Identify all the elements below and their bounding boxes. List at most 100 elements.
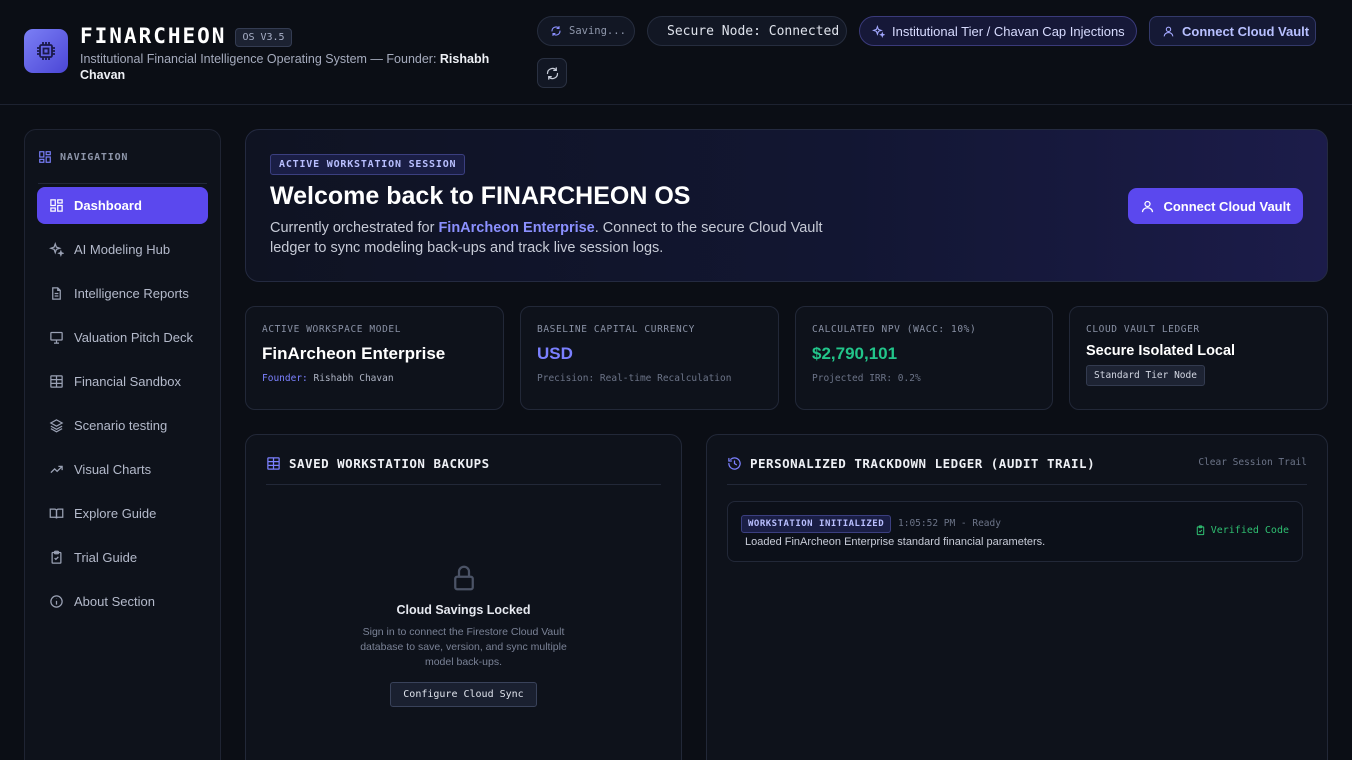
configure-cloud-sync-button[interactable]: Configure Cloud Sync: [390, 682, 537, 707]
stat-label: CALCULATED NPV (WACC: 10%): [812, 324, 977, 335]
stat-value: USD: [537, 344, 573, 363]
stat-value: FinArcheon Enterprise: [262, 344, 446, 363]
saving-status: Saving...: [537, 16, 635, 46]
book-icon: [49, 506, 64, 521]
brand-name: FINARCHEON: [80, 24, 227, 48]
app-header: FINARCHEON OS V3.5 Institutional Financi…: [0, 0, 1352, 105]
logo: [24, 29, 68, 73]
sidebar-item-label: About Section: [74, 594, 155, 609]
stat-workspace-model: ACTIVE WORKSPACE MODEL FinArcheon Enterp…: [245, 306, 504, 410]
document-icon: [49, 286, 64, 301]
stat-label: CLOUD VAULT LEDGER: [1086, 324, 1200, 335]
sparkle-icon: [49, 242, 64, 257]
secure-node-status: Secure Node: Connected: [647, 16, 847, 46]
sidebar-item-trial-guide[interactable]: Trial Guide: [37, 539, 208, 576]
stat-value: Secure Isolated Local: [1086, 343, 1236, 359]
version-badge: OS V3.5: [235, 27, 292, 47]
table-icon: [266, 456, 281, 471]
stat-sub: Founder: Rishabh Chavan: [262, 373, 487, 384]
tier-button[interactable]: Institutional Tier / Chavan Cap Injectio…: [859, 16, 1137, 46]
clipboard-icon: [49, 550, 64, 565]
sidebar-item-label: Explore Guide: [74, 506, 157, 521]
locked-text: Sign in to connect the Firestore Cloud V…: [360, 626, 567, 668]
ledger-panel: PERSONALIZED TRACKDOWN LEDGER (AUDIT TRA…: [706, 434, 1328, 760]
stat-label: ACTIVE WORKSPACE MODEL: [262, 324, 402, 335]
user-icon: [1140, 199, 1155, 214]
nav-list: Dashboard AI Modeling Hub Intelligence R…: [37, 187, 208, 627]
welcome-text-prefix: Currently orchestrated for: [270, 220, 439, 236]
secure-label: Secure Node: Connected: [667, 23, 840, 39]
history-icon: [727, 456, 742, 471]
sidebar: NAVIGATION Dashboard AI Modeling Hub Int…: [24, 129, 221, 760]
hero-button-label: Connect Cloud Vault: [1163, 198, 1291, 214]
welcome-banner: ACTIVE WORKSTATION SESSION Welcome back …: [245, 129, 1328, 282]
user-icon: [1162, 25, 1175, 38]
sidebar-item-valuation-pitch-deck[interactable]: Valuation Pitch Deck: [37, 319, 208, 356]
stat-npv: CALCULATED NPV (WACC: 10%) $2,790,101 Pr…: [795, 306, 1053, 410]
table-icon: [49, 374, 64, 389]
nav-header: NAVIGATION: [38, 143, 207, 184]
session-tag: ACTIVE WORKSTATION SESSION: [270, 154, 466, 175]
clipboard-check-icon: [1195, 525, 1206, 536]
sidebar-item-label: Scenario testing: [74, 418, 168, 433]
brand-subtitle: Institutional Financial Intelligence Ope…: [80, 51, 520, 83]
list-item: WORKSTATION INITIALIZED 1:05:52 PM - Rea…: [727, 501, 1303, 562]
sync-icon: [550, 25, 562, 37]
sidebar-item-about-section[interactable]: About Section: [37, 583, 208, 620]
entity-link[interactable]: FinArcheon Enterprise: [438, 220, 594, 236]
sidebar-item-financial-sandbox[interactable]: Financial Sandbox: [37, 363, 208, 400]
sidebar-item-scenario-testing[interactable]: Scenario testing: [37, 407, 208, 444]
sidebar-item-label: Dashboard: [74, 198, 142, 213]
locked-title: Cloud Savings Locked: [396, 603, 531, 617]
sidebar-item-label: AI Modeling Hub: [74, 242, 171, 257]
stat-sub: Precision: Real-time Recalculation: [537, 373, 732, 384]
stat-capital-currency: BASELINE CAPITAL CURRENCY USD Precision:…: [520, 306, 779, 410]
dashboard-icon: [49, 198, 64, 213]
sidebar-item-ai-modeling-hub[interactable]: AI Modeling Hub: [37, 231, 208, 268]
refresh-icon: [545, 66, 560, 81]
stat-label: BASELINE CAPITAL CURRENCY: [537, 324, 695, 335]
tier-label: Institutional Tier / Chavan Cap Injectio…: [892, 23, 1125, 39]
stat-cloud-vault: CLOUD VAULT LEDGER Secure Isolated Local…: [1069, 306, 1328, 410]
sparkle-icon: [872, 24, 885, 38]
sidebar-item-visual-charts[interactable]: Visual Charts: [37, 451, 208, 488]
founder-key: Founder:: [262, 373, 308, 384]
log-tag: WORKSTATION INITIALIZED: [741, 515, 892, 533]
stat-sub: Projected IRR: 0.2%: [812, 373, 921, 384]
lock-icon: [449, 563, 479, 593]
nav-title: NAVIGATION: [60, 151, 129, 163]
saving-label: Saving...: [569, 25, 626, 37]
sidebar-item-label: Visual Charts: [74, 462, 152, 477]
refresh-button[interactable]: [537, 58, 567, 88]
backups-header: SAVED WORKSTATION BACKUPS: [266, 453, 661, 485]
sidebar-item-explore-guide[interactable]: Explore Guide: [37, 495, 208, 532]
welcome-text: Currently orchestrated for FinArcheon En…: [270, 218, 850, 258]
log-message: Loaded FinArcheon Enterprise standard fi…: [745, 536, 1046, 548]
clear-session-trail-button[interactable]: Clear Session Trail: [1198, 457, 1307, 468]
grid-icon: [38, 150, 52, 164]
sidebar-item-label: Valuation Pitch Deck: [74, 330, 193, 345]
presentation-icon: [49, 330, 64, 345]
cpu-chip-icon: [34, 39, 58, 63]
log-time: 1:05:52 PM - Ready: [898, 518, 1001, 529]
brand: FINARCHEON OS V3.5 Institutional Financi…: [80, 24, 520, 83]
sidebar-item-intelligence-reports[interactable]: Intelligence Reports: [37, 275, 208, 312]
backups-panel: SAVED WORKSTATION BACKUPS Cloud Savings …: [245, 434, 682, 760]
info-icon: [49, 594, 64, 609]
locked-state: Cloud Savings Locked Sign in to connect …: [246, 563, 681, 707]
connect-vault-button[interactable]: Connect Cloud Vault: [1149, 16, 1316, 46]
sidebar-item-label: Trial Guide: [74, 550, 138, 565]
verified-label: Verified Code: [1210, 525, 1289, 536]
founder-value: Rishabh Chavan: [307, 373, 394, 384]
trending-up-icon: [49, 462, 64, 477]
subtitle-text: Institutional Financial Intelligence Ope…: [80, 52, 440, 66]
verified-badge: Verified Code: [1195, 525, 1289, 536]
stat-value: $2,790,101: [812, 344, 898, 363]
tier-chip: Standard Tier Node: [1086, 365, 1205, 386]
sidebar-item-label: Intelligence Reports: [74, 286, 189, 301]
sidebar-item-dashboard[interactable]: Dashboard: [37, 187, 208, 224]
sidebar-item-label: Financial Sandbox: [74, 374, 181, 389]
layers-icon: [49, 418, 64, 433]
hero-connect-vault-button[interactable]: Connect Cloud Vault: [1128, 188, 1303, 224]
vault-button-label: Connect Cloud Vault: [1182, 23, 1310, 39]
